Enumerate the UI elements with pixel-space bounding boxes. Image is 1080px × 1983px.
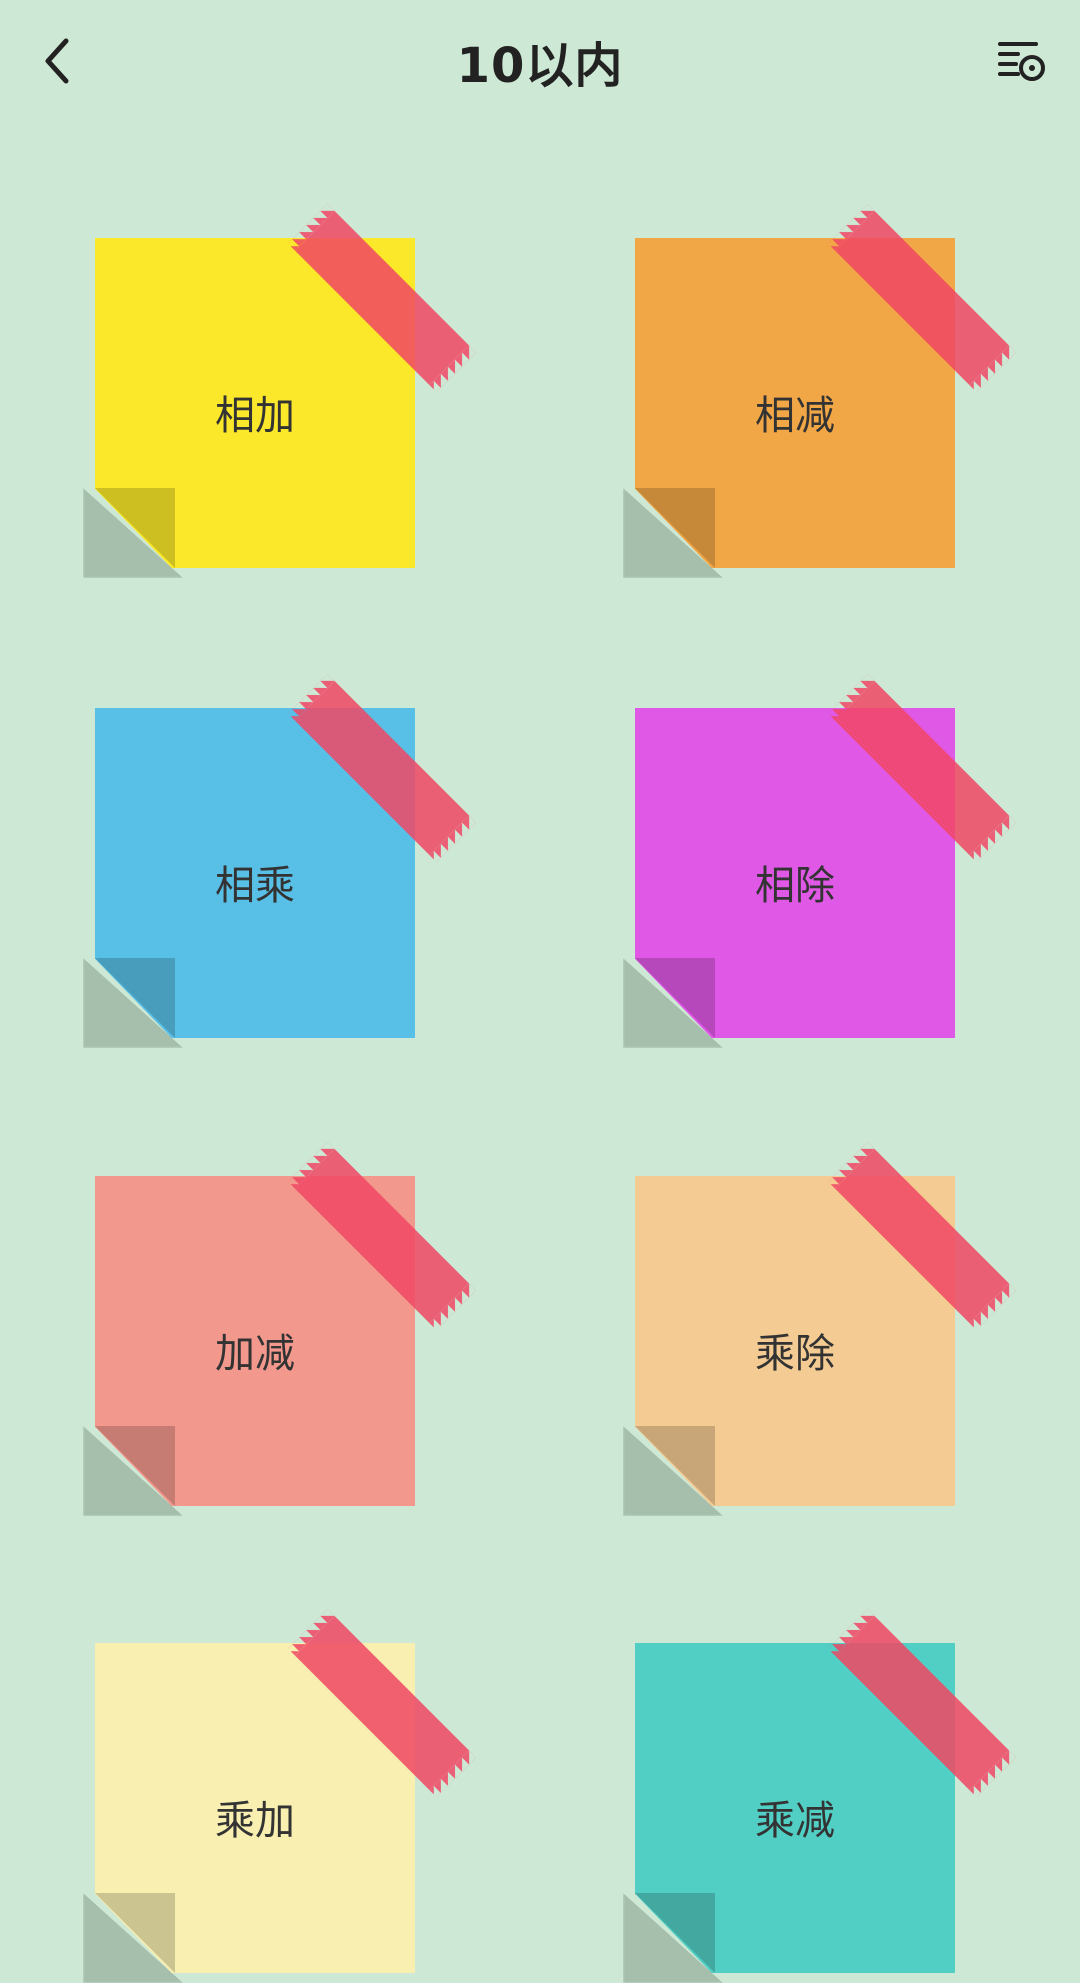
note-multiply-subtract[interactable]: 乘减	[623, 1616, 1009, 1983]
note-label: 加减	[215, 1331, 295, 1377]
note-label: 乘减	[755, 1798, 835, 1844]
note-add-subtract[interactable]: 加减	[83, 1149, 469, 1516]
note-label: 相减	[755, 393, 835, 439]
page-title: 10以内	[456, 38, 624, 94]
note-subtract[interactable]: 相减	[623, 211, 1009, 578]
note-multiply-add[interactable]: 乘加	[83, 1616, 469, 1983]
note-label: 相乘	[215, 863, 295, 909]
note-multiply[interactable]: 相乘	[83, 681, 469, 1048]
note-divide[interactable]: 相除	[623, 681, 1009, 1048]
note-label: 乘除	[755, 1331, 835, 1377]
settings-button[interactable]	[990, 30, 1054, 94]
note-label: 乘加	[215, 1798, 295, 1844]
note-label: 相加	[215, 393, 295, 439]
list-settings-icon	[996, 34, 1048, 90]
header-bar: 10以内	[0, 0, 1080, 130]
note-label: 相除	[755, 863, 835, 909]
note-add[interactable]: 相加	[83, 211, 469, 578]
note-multiply-divide[interactable]: 乘除	[623, 1149, 1009, 1516]
